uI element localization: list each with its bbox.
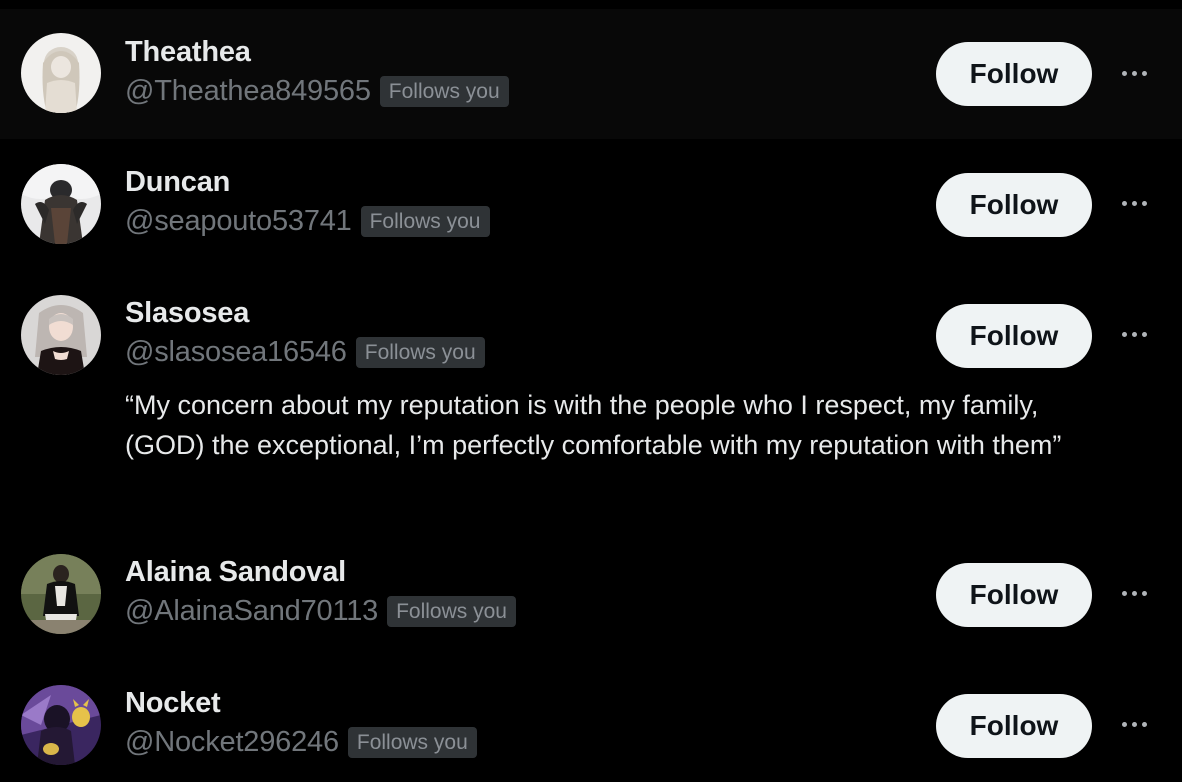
- user-cell[interactable]: Nocket @Nocket296246 Follows you Follow: [0, 660, 1182, 782]
- user-cell[interactable]: Slasosea @slasosea16546 Follows you “My …: [0, 270, 1182, 529]
- avatar-image: [21, 295, 101, 375]
- handle-line: @AlainaSand70113 Follows you: [125, 595, 516, 628]
- handle-line: @Theathea849565 Follows you: [125, 75, 509, 108]
- follow-button[interactable]: Follow: [936, 304, 1092, 368]
- user-handle[interactable]: @Nocket296246: [125, 726, 339, 759]
- user-name[interactable]: Theathea: [125, 36, 251, 69]
- more-horizontal-icon[interactable]: [1114, 583, 1154, 603]
- user-bio: “My concern about my reputation is with …: [125, 390, 1062, 460]
- avatar[interactable]: [21, 685, 101, 765]
- user-handle[interactable]: @seapouto53741: [125, 205, 352, 238]
- user-cell[interactable]: Alaina Sandoval @AlainaSand70113 Follows…: [0, 529, 1182, 660]
- user-name[interactable]: Nocket: [125, 687, 221, 720]
- more-horizontal-icon[interactable]: [1114, 193, 1154, 213]
- avatar[interactable]: [21, 554, 101, 634]
- avatar-image: [21, 164, 101, 244]
- avatar[interactable]: [21, 295, 101, 375]
- user-handle[interactable]: @AlainaSand70113: [125, 595, 378, 628]
- follow-button[interactable]: Follow: [936, 42, 1092, 106]
- more-horizontal-icon[interactable]: [1114, 324, 1154, 344]
- more-horizontal-icon[interactable]: [1114, 714, 1154, 734]
- avatar-image: [21, 33, 101, 113]
- follows-you-badge: Follows you: [387, 596, 516, 627]
- avatar-image: [21, 554, 101, 634]
- avatar[interactable]: [21, 33, 101, 113]
- avatar-image: [21, 685, 101, 765]
- user-name[interactable]: Duncan: [125, 166, 230, 199]
- handle-line: @slasosea16546 Follows you: [125, 336, 485, 369]
- user-handle[interactable]: @slasosea16546: [125, 336, 347, 369]
- follows-you-badge: Follows you: [347, 727, 477, 758]
- follow-button[interactable]: Follow: [936, 694, 1092, 758]
- more-horizontal-icon[interactable]: [1114, 63, 1154, 83]
- follow-button[interactable]: Follow: [936, 173, 1092, 237]
- follow-button[interactable]: Follow: [936, 563, 1092, 627]
- follows-you-badge: Follows you: [360, 206, 490, 237]
- user-name[interactable]: Alaina Sandoval: [125, 556, 346, 589]
- user-cell[interactable]: Theathea @Theathea849565 Follows you Fol…: [0, 9, 1182, 139]
- handle-line: @seapouto53741 Follows you: [125, 205, 490, 238]
- user-name[interactable]: Slasosea: [125, 297, 249, 330]
- follows-you-badge: Follows you: [379, 76, 509, 107]
- user-handle[interactable]: @Theathea849565: [125, 75, 371, 108]
- user-cell[interactable]: Duncan @seapouto53741 Follows you Follow: [0, 139, 1182, 270]
- follows-you-badge: Follows you: [355, 337, 485, 368]
- user-list: Theathea @Theathea849565 Follows you Fol…: [0, 0, 1182, 782]
- avatar[interactable]: [21, 164, 101, 244]
- handle-line: @Nocket296246 Follows you: [125, 726, 477, 759]
